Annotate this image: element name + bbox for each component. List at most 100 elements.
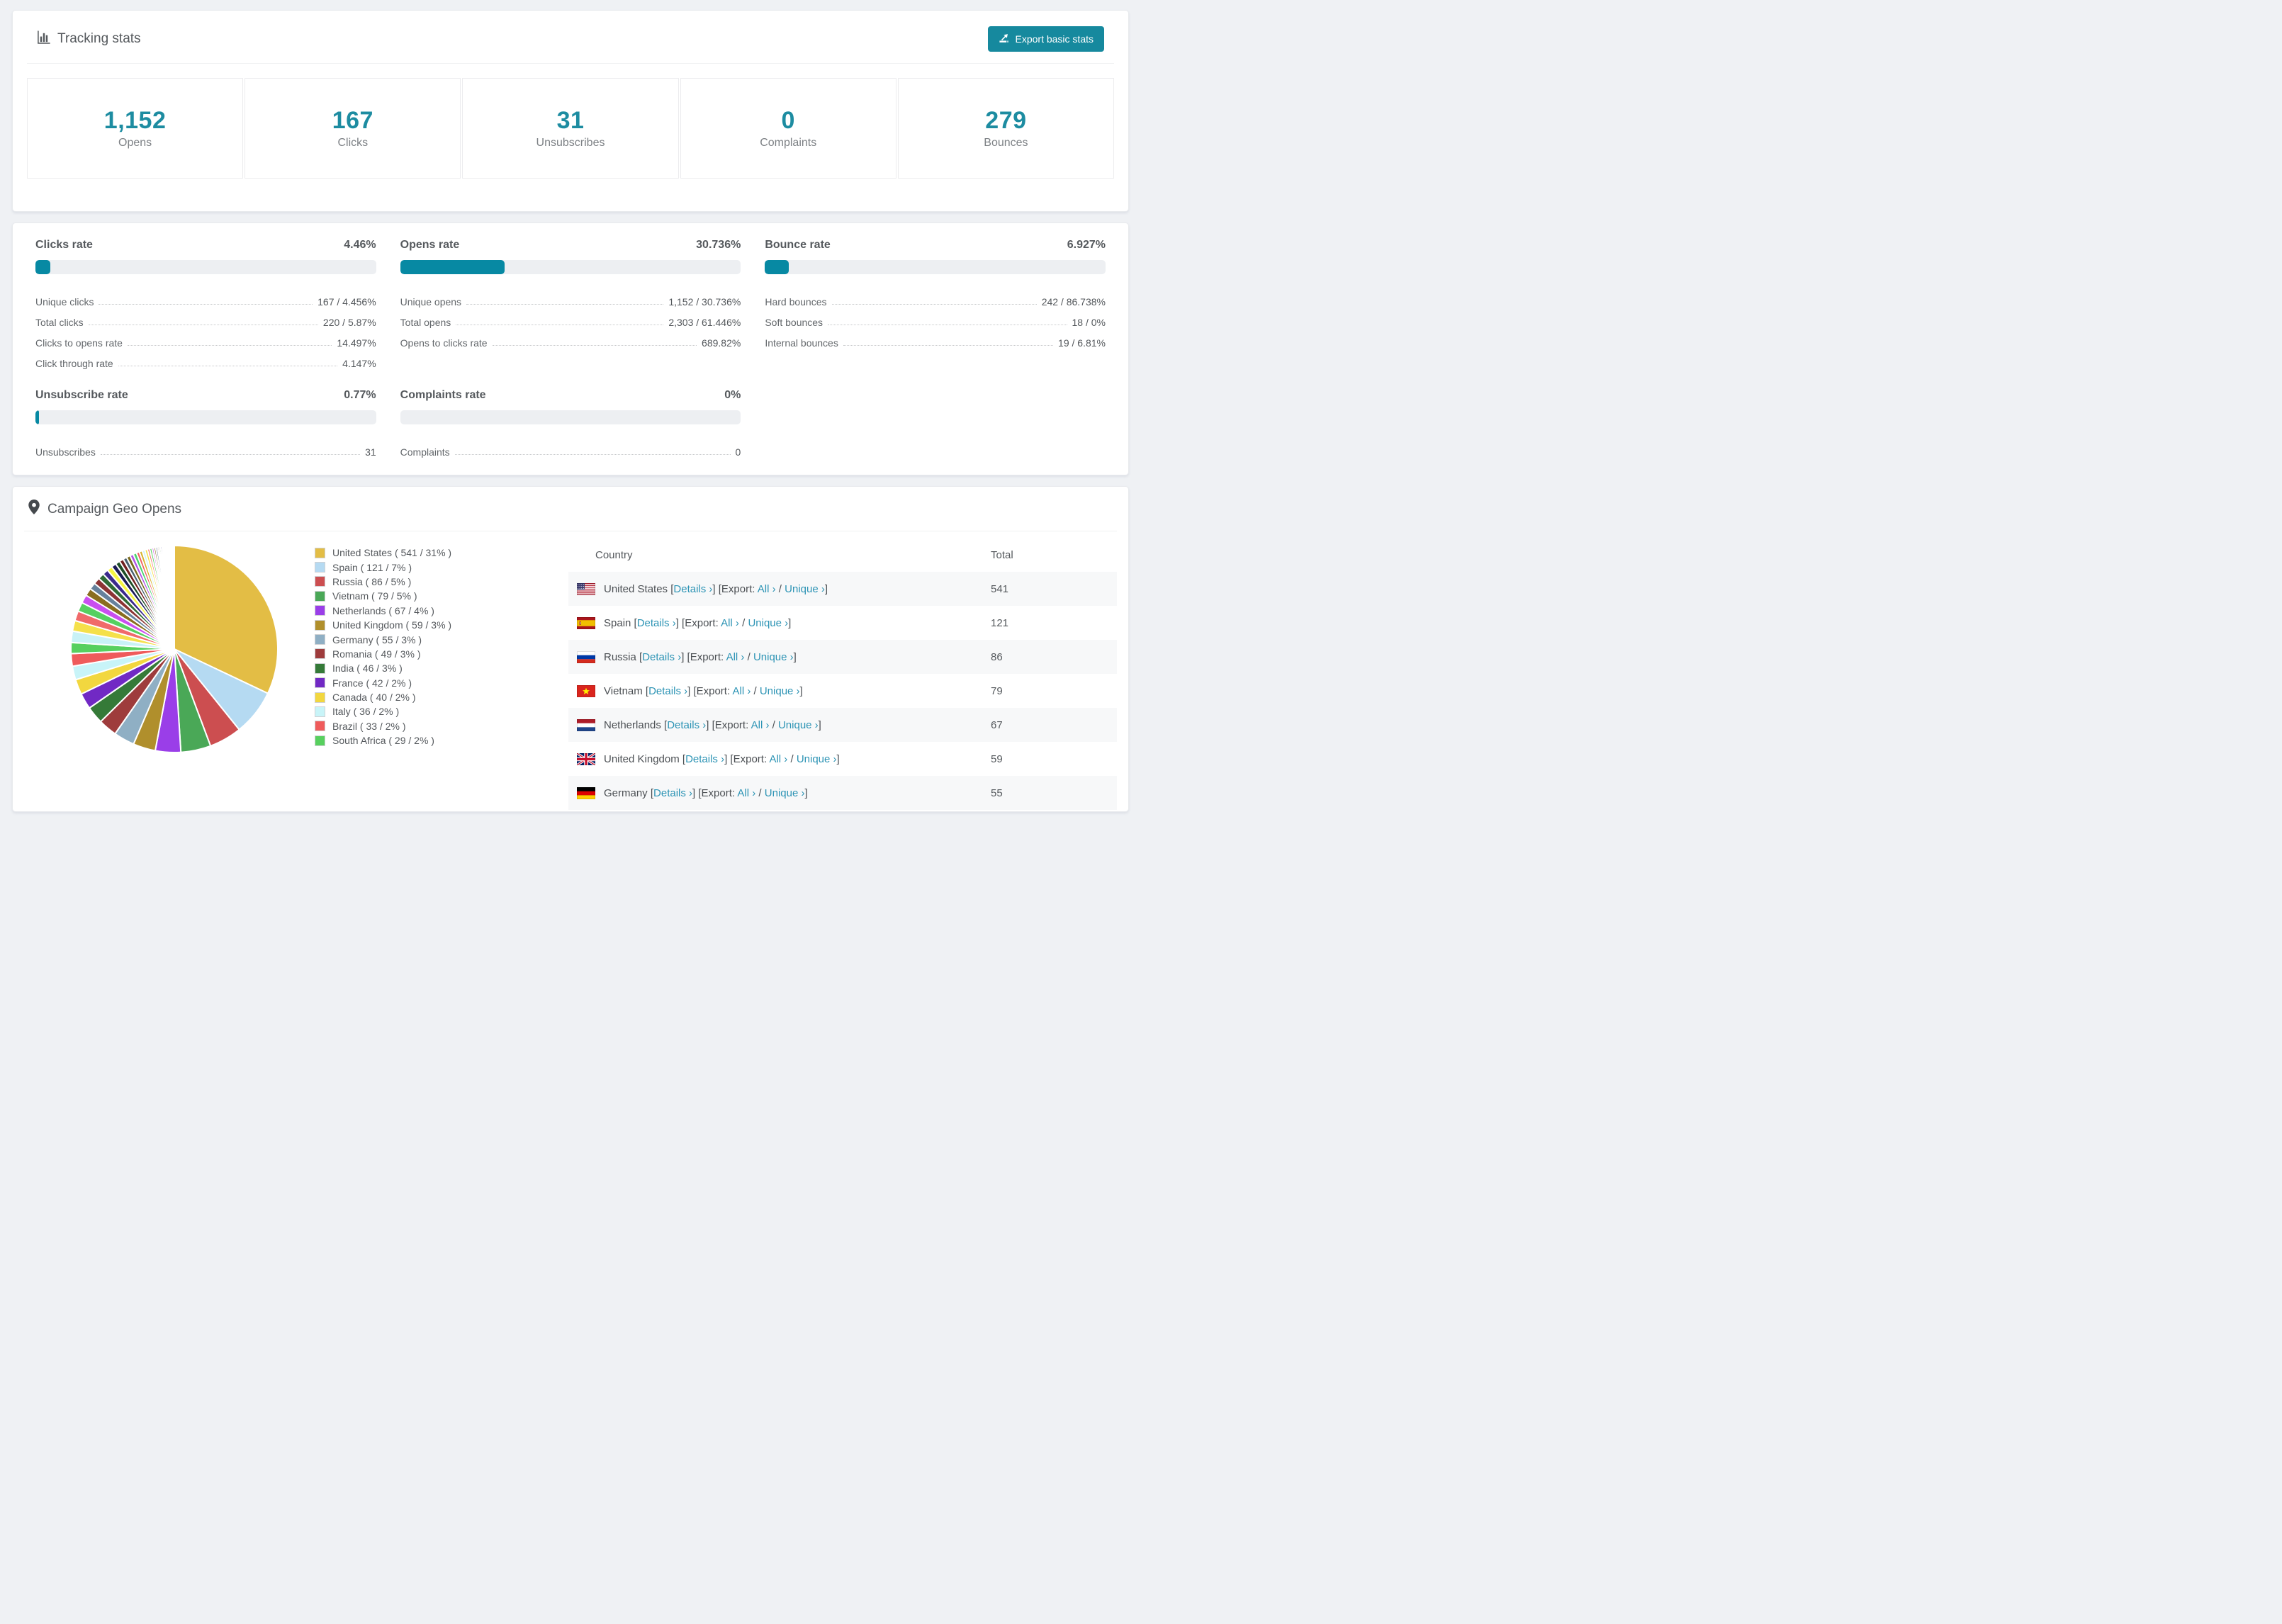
geo-country-cell: Russia [Details ›] [Export: All › / Uniq… bbox=[568, 640, 989, 674]
legend-item-india[interactable]: India ( 46 / 3% ) bbox=[315, 661, 549, 675]
legend-item-netherlands[interactable]: Netherlands ( 67 / 4% ) bbox=[315, 604, 549, 618]
export-unique-link[interactable]: Unique › bbox=[760, 685, 800, 697]
link-separator: / bbox=[755, 786, 765, 799]
legend-swatch bbox=[315, 692, 325, 703]
rate-row-value: 242 / 86.738% bbox=[1041, 296, 1106, 308]
rate-panel-header: Opens rate 30.736% bbox=[400, 239, 741, 252]
geo-title-text: Campaign Geo Opens bbox=[47, 501, 182, 517]
legend-swatch bbox=[315, 605, 325, 616]
rate-row-label: Unique opens bbox=[400, 296, 462, 308]
rate-row-value: 689.82% bbox=[702, 337, 741, 349]
export-unique-link[interactable]: Unique › bbox=[778, 719, 819, 731]
legend-label: Spain ( 121 / 7% ) bbox=[332, 561, 412, 573]
stat-value: 279 bbox=[985, 107, 1027, 134]
legend-item-united-states[interactable]: United States ( 541 / 31% ) bbox=[315, 546, 549, 560]
rate-panel-title: Complaints rate bbox=[400, 389, 486, 401]
stat-value: 31 bbox=[556, 107, 585, 134]
rate-panel-header: Unsubscribe rate 0.77% bbox=[35, 389, 376, 402]
details-link[interactable]: Details › bbox=[637, 617, 676, 629]
rate-row-label: Click through rate bbox=[35, 358, 113, 369]
rate-panel-header: Bounce rate 6.927% bbox=[765, 239, 1106, 252]
export-icon bbox=[999, 33, 1009, 45]
stat-value: 0 bbox=[781, 107, 795, 134]
geo-country-cell: Vietnam [Details ›] [Export: All › / Uni… bbox=[568, 674, 989, 708]
stat-value: 167 bbox=[332, 107, 373, 134]
link-separator: / bbox=[744, 650, 753, 663]
rate-row: Click through rate 4.147% bbox=[35, 349, 376, 369]
rate-row-label: Internal bounces bbox=[765, 337, 838, 349]
legend-item-romania[interactable]: Romania ( 49 / 3% ) bbox=[315, 647, 549, 661]
export-unique-link[interactable]: Unique › bbox=[797, 753, 837, 765]
export-unique-link[interactable]: Unique › bbox=[765, 787, 805, 799]
stat-label: Clicks bbox=[337, 137, 369, 149]
rate-panel-complaints-rate: Complaints rate 0% Complaints 0 bbox=[400, 389, 741, 458]
tracking-stats-header: Tracking stats Export basic stats bbox=[27, 25, 1114, 64]
tracking-stats-card: Tracking stats Export basic stats 1,152 O… bbox=[12, 10, 1129, 212]
legend-item-italy[interactable]: Italy ( 36 / 2% ) bbox=[315, 704, 549, 718]
rate-row: Soft bounces 18 / 0% bbox=[765, 308, 1106, 328]
legend-swatch bbox=[315, 677, 325, 689]
rate-panel-bounce-rate: Bounce rate 6.927% Hard bounces 242 / 86.73… bbox=[765, 239, 1106, 369]
export-unique-link[interactable]: Unique › bbox=[753, 651, 794, 663]
legend-item-vietnam[interactable]: Vietnam ( 79 / 5% ) bbox=[315, 589, 549, 603]
legend-label: Vietnam ( 79 / 5% ) bbox=[332, 590, 417, 602]
legend-item-france[interactable]: France ( 42 / 2% ) bbox=[315, 676, 549, 690]
legend-item-germany[interactable]: Germany ( 55 / 3% ) bbox=[315, 632, 549, 646]
geo-total-cell: 55 bbox=[991, 786, 1003, 799]
dotted-leader bbox=[454, 454, 731, 455]
legend-label: Italy ( 36 / 2% ) bbox=[332, 706, 400, 718]
geo-total-cell: 59 bbox=[991, 752, 1003, 765]
campaign-geo-opens-card: Campaign Geo Opens United States ( 541 /… bbox=[12, 486, 1129, 812]
legend-item-united-kingdom[interactable]: United Kingdom ( 59 / 3% ) bbox=[315, 618, 549, 632]
rate-row-value: 31 bbox=[365, 446, 376, 458]
rate-row-label: Clicks to opens rate bbox=[35, 337, 123, 349]
geo-table-row-vn: Vietnam [Details ›] [Export: All › / Uni… bbox=[568, 674, 1117, 708]
export-all-link[interactable]: All › bbox=[751, 719, 770, 731]
rate-progress-fill bbox=[400, 260, 505, 274]
dotted-leader bbox=[466, 304, 664, 305]
legend-label: France ( 42 / 2% ) bbox=[332, 677, 412, 689]
rate-progress-bar bbox=[400, 260, 741, 274]
legend-swatch bbox=[315, 648, 325, 660]
export-all-link[interactable]: All › bbox=[758, 583, 776, 595]
geo-table-row-ru: Russia [Details ›] [Export: All › / Uniq… bbox=[568, 640, 1117, 674]
legend-swatch bbox=[315, 576, 325, 587]
export-all-link[interactable]: All › bbox=[732, 685, 751, 697]
rate-row-value: 4.147% bbox=[342, 358, 376, 369]
link-separator: / bbox=[738, 616, 748, 629]
dotted-leader bbox=[99, 304, 313, 305]
legend-item-south-africa[interactable]: South Africa ( 29 / 2% ) bbox=[315, 733, 549, 748]
stat-label: Unsubscribes bbox=[536, 137, 605, 149]
legend-item-brazil[interactable]: Brazil ( 33 / 2% ) bbox=[315, 719, 549, 733]
details-link[interactable]: Details › bbox=[685, 753, 724, 765]
export-all-link[interactable]: All › bbox=[721, 617, 739, 629]
details-link[interactable]: Details › bbox=[667, 719, 706, 731]
export-basic-stats-button[interactable]: Export basic stats bbox=[987, 26, 1104, 52]
page: Tracking stats Export basic stats 1,152 O… bbox=[0, 0, 1141, 823]
details-link[interactable]: Details › bbox=[673, 583, 712, 595]
export-all-link[interactable]: All › bbox=[769, 753, 787, 765]
geo-total-cell: 79 bbox=[991, 684, 1003, 697]
details-link[interactable]: Details › bbox=[653, 787, 692, 799]
legend-item-russia[interactable]: Russia ( 86 / 5% ) bbox=[315, 575, 549, 589]
stat-card-opens: 1,152 Opens bbox=[27, 78, 244, 179]
export-all-link[interactable]: All › bbox=[737, 787, 755, 799]
rate-panel-title: Unsubscribe rate bbox=[35, 389, 128, 401]
vn-flag-icon bbox=[577, 684, 604, 697]
export-unique-link[interactable]: Unique › bbox=[748, 617, 788, 629]
export-all-link[interactable]: All › bbox=[726, 651, 745, 663]
rate-progress-fill bbox=[35, 260, 51, 274]
legend-item-spain[interactable]: Spain ( 121 / 7% ) bbox=[315, 560, 549, 574]
link-separator: / bbox=[787, 752, 797, 765]
export-unique-link[interactable]: Unique › bbox=[785, 583, 825, 595]
geo-table: Country Total United States [Details ›] … bbox=[568, 538, 1117, 810]
legend-item-canada[interactable]: Canada ( 40 / 2% ) bbox=[315, 690, 549, 704]
details-link[interactable]: Details › bbox=[648, 685, 687, 697]
geo-table-row-gb: United Kingdom [Details ›] [Export: All … bbox=[568, 742, 1117, 776]
legend-swatch bbox=[315, 634, 325, 645]
details-link[interactable]: Details › bbox=[642, 651, 681, 663]
geo-total-cell: 541 bbox=[991, 582, 1009, 595]
geo-country-cell: Spain [Details ›] [Export: All › / Uniqu… bbox=[568, 606, 989, 640]
legend-swatch bbox=[315, 721, 325, 732]
stat-value: 1,152 bbox=[103, 107, 167, 134]
